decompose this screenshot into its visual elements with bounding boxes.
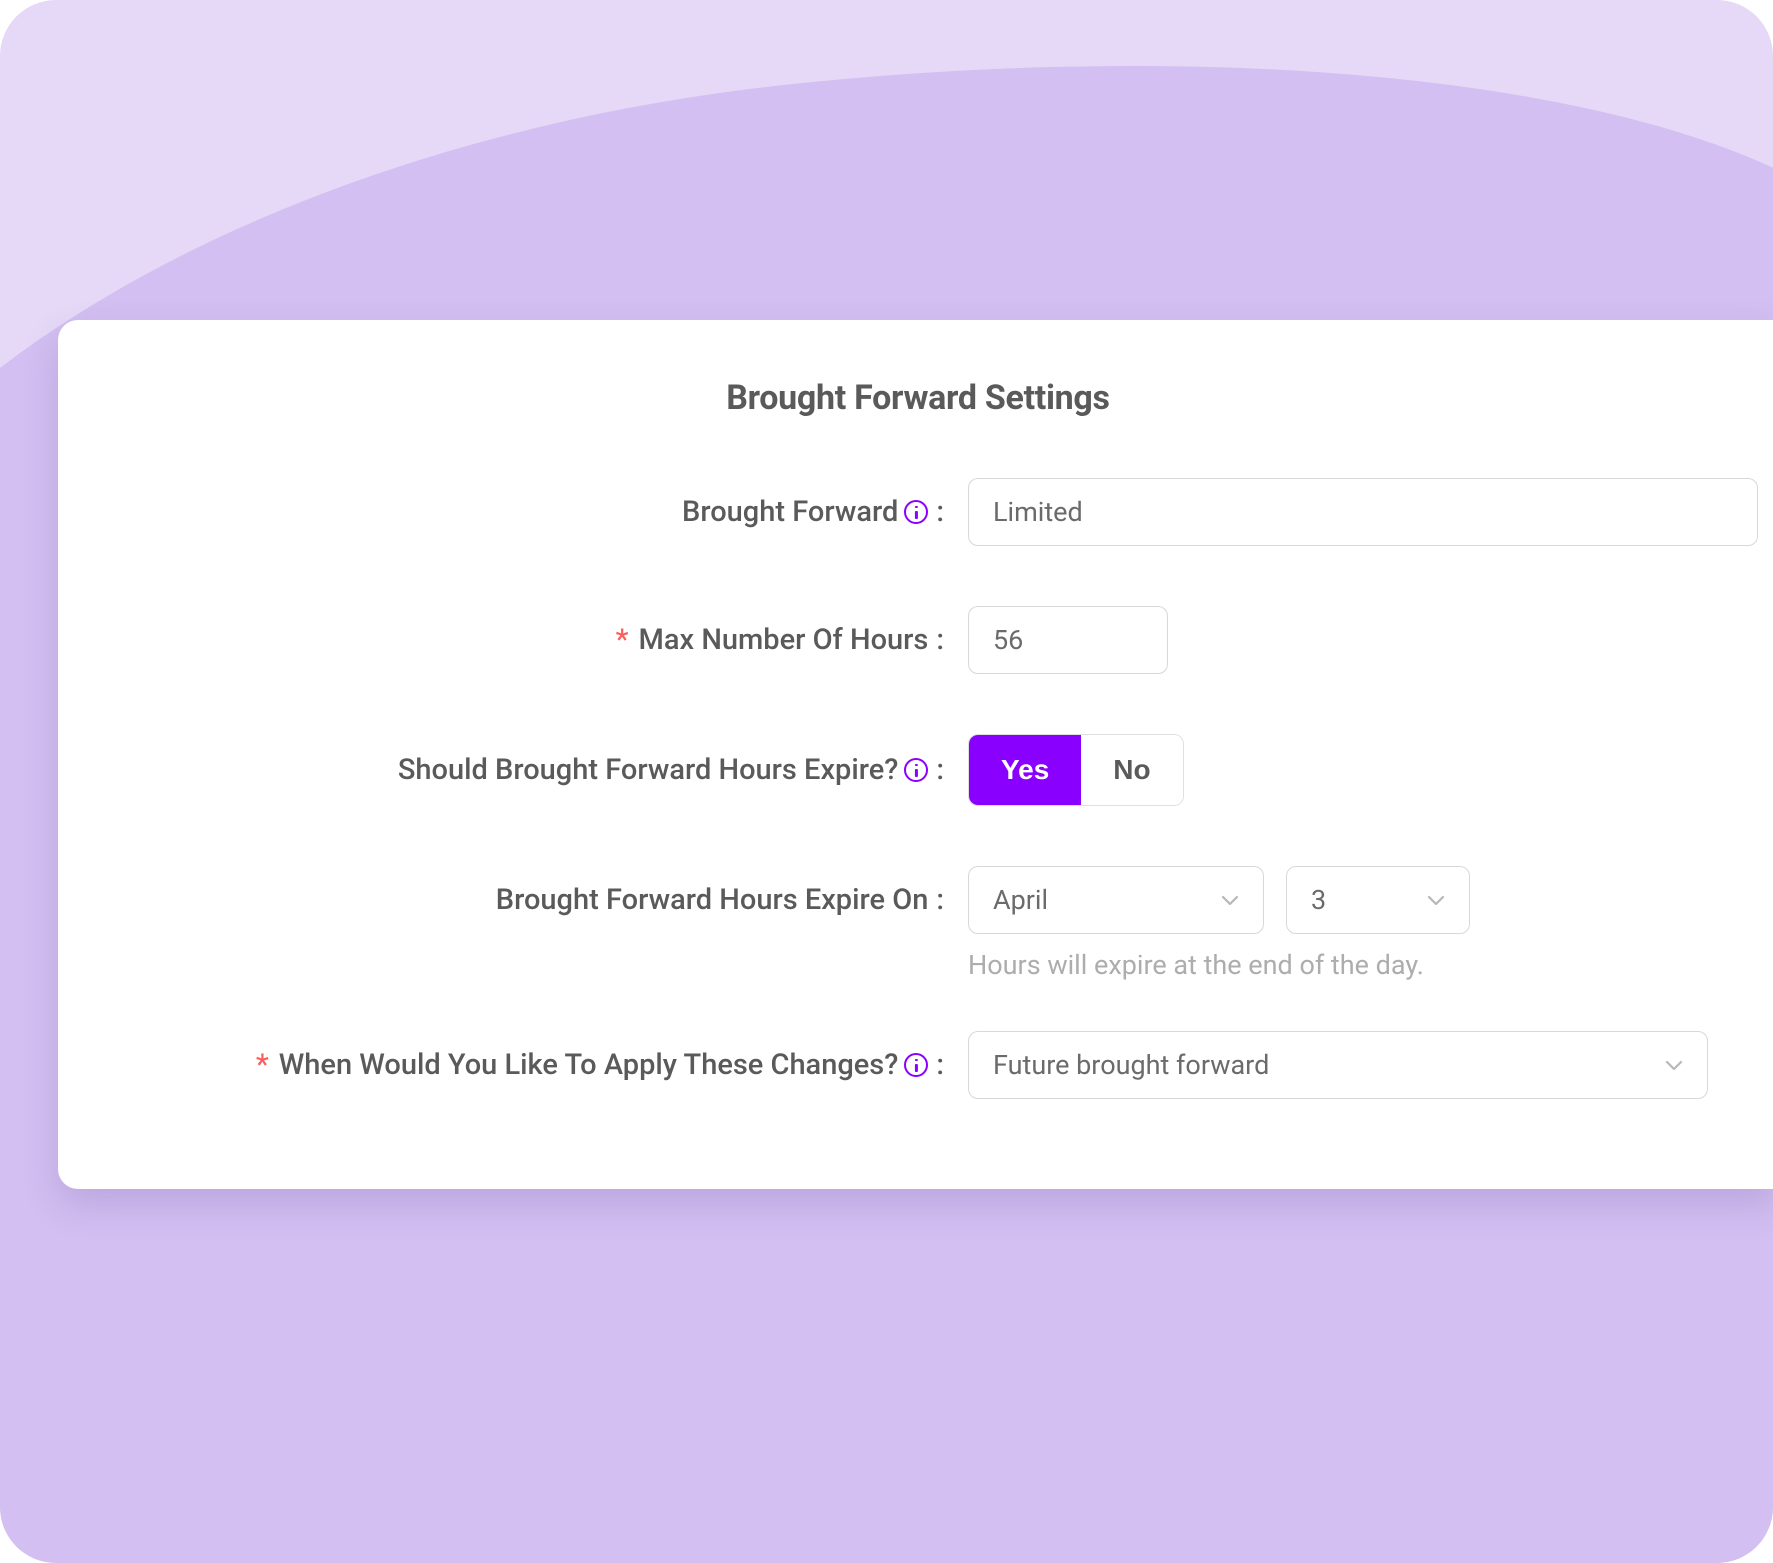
label-apply-when: * When Would You Like To Apply These Cha…: [58, 1048, 968, 1082]
input-value: 56: [993, 624, 1023, 656]
max-hours-input[interactable]: 56: [968, 606, 1168, 674]
label-text: Brought Forward Hours Expire On: [496, 883, 929, 917]
info-icon[interactable]: [904, 1053, 928, 1077]
expire-hint: Hours will expire at the end of the day.: [58, 949, 1773, 981]
label-text: Max Number Of Hours: [639, 623, 929, 657]
select-value: April: [993, 884, 1048, 916]
settings-panel: Brought Forward Settings Brought Forward…: [58, 320, 1773, 1189]
brought-forward-select[interactable]: Limited: [968, 478, 1758, 546]
panel-title: Brought Forward Settings: [58, 378, 1773, 418]
row-brought-forward: Brought Forward : Limited: [58, 478, 1773, 546]
label-colon: :: [936, 883, 944, 917]
label-should-expire: Should Brought Forward Hours Expire? :: [58, 753, 968, 787]
expire-month-select[interactable]: April: [968, 866, 1264, 934]
info-icon[interactable]: [904, 500, 928, 524]
row-should-expire: Should Brought Forward Hours Expire? : Y…: [58, 734, 1773, 806]
row-apply-when: * When Would You Like To Apply These Cha…: [58, 1031, 1773, 1099]
select-value: Future brought forward: [993, 1049, 1269, 1081]
label-text: When Would You Like To Apply These Chang…: [279, 1048, 899, 1082]
apply-when-select[interactable]: Future brought forward: [968, 1031, 1708, 1099]
label-expire-on: Brought Forward Hours Expire On :: [58, 883, 968, 917]
expire-toggle-yes[interactable]: Yes: [969, 735, 1081, 805]
info-icon[interactable]: [904, 758, 928, 782]
required-star-icon: *: [256, 1048, 269, 1082]
page-background: Brought Forward Settings Brought Forward…: [0, 0, 1773, 1563]
label-colon: :: [936, 753, 944, 787]
required-star-icon: *: [616, 623, 629, 657]
expire-toggle-no[interactable]: No: [1081, 735, 1182, 805]
chevron-down-icon: [1665, 1059, 1683, 1071]
label-text: Should Brought Forward Hours Expire?: [398, 753, 899, 787]
label-max-hours: * Max Number Of Hours :: [58, 623, 968, 657]
select-value: Limited: [993, 496, 1083, 528]
label-colon: :: [936, 495, 944, 529]
chevron-down-icon: [1221, 894, 1239, 906]
row-max-hours: * Max Number Of Hours : 56: [58, 606, 1773, 674]
expire-day-select[interactable]: 3: [1286, 866, 1470, 934]
expire-toggle-group: Yes No: [968, 734, 1184, 806]
row-expire-on: Brought Forward Hours Expire On : April …: [58, 866, 1773, 934]
chevron-down-icon: [1427, 894, 1445, 906]
label-brought-forward: Brought Forward :: [58, 495, 968, 529]
select-value: 3: [1311, 884, 1326, 916]
label-colon: :: [936, 623, 944, 657]
label-colon: :: [936, 1048, 944, 1082]
label-text: Brought Forward: [682, 495, 898, 529]
